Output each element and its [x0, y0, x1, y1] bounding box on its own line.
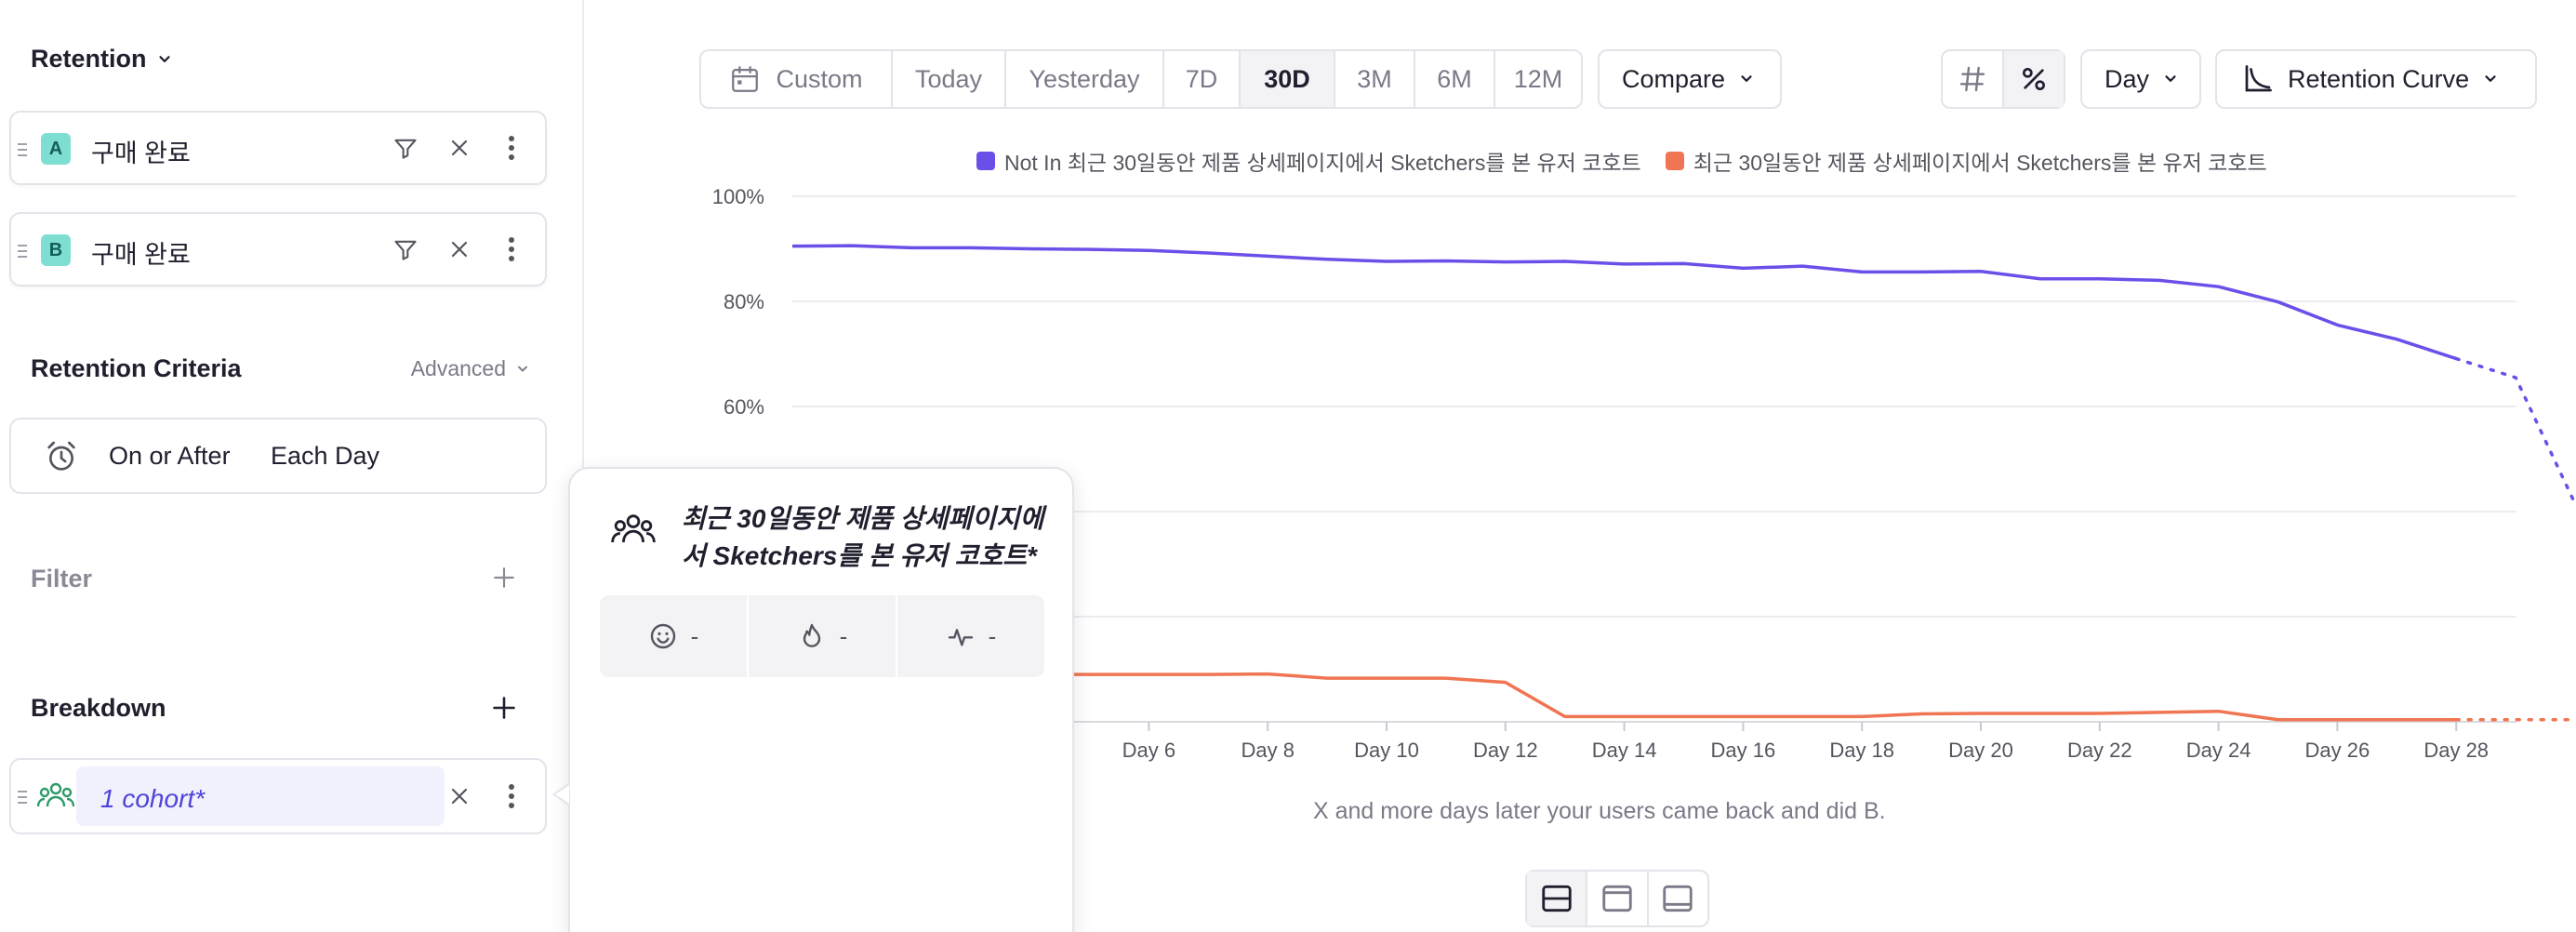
layout-switch[interactable] — [1525, 870, 1709, 927]
bottom-layout-icon — [1663, 885, 1693, 912]
top-layout-icon — [1602, 885, 1632, 912]
stat-activity: - — [897, 595, 1044, 677]
x-tick-label: Day 18 — [1829, 739, 1894, 762]
x-tick-label: Day 14 — [1592, 739, 1657, 762]
flame-icon — [803, 623, 820, 647]
cohort-popover: 최근 30일동안 제품 상세페이지에서 Sketchers를 본 유저 코호트*… — [568, 467, 1074, 932]
y-tick-label: 100% — [712, 185, 764, 208]
smile-icon — [650, 623, 675, 649]
popover-title: 최근 30일동안 제품 상세페이지에서 Sketchers를 본 유저 코호트* — [682, 504, 1044, 570]
x-tick-label: Day 8 — [1241, 739, 1294, 762]
popover-pointer-inner — [555, 785, 569, 804]
split-layout-icon — [1541, 885, 1572, 912]
series-projection-0 — [2454, 356, 2576, 506]
layout-split-view[interactable] — [1527, 872, 1588, 925]
layout-chart-view[interactable] — [1587, 872, 1649, 925]
layout-table-view[interactable] — [1649, 872, 1707, 925]
x-tick-label: Day 26 — [2305, 739, 2370, 762]
activity-icon — [948, 629, 973, 646]
popover-stats: - - - — [600, 595, 1044, 677]
x-tick-label: Day 10 — [1354, 739, 1419, 762]
stat-value: - — [988, 621, 997, 650]
x-tick-label: Day 20 — [1948, 739, 2013, 762]
x-axis-caption: X and more days later your users came ba… — [1313, 798, 1886, 824]
y-tick-label: 60% — [724, 395, 764, 419]
x-tick-label: Day 28 — [2423, 739, 2489, 762]
retention-chart: 100% 80% 60% Day 6 Day 8 Day 10 Day 12 Day 14 Da… — [712, 185, 2576, 762]
stat-flame: - — [749, 595, 897, 677]
stat-smile: - — [600, 595, 749, 677]
x-tick-label: Day 24 — [2186, 739, 2251, 762]
x-tick-label: Day 6 — [1122, 739, 1175, 762]
x-tick-label: Day 12 — [1473, 739, 1538, 762]
x-tick-label: Day 22 — [2067, 739, 2132, 762]
stat-value: - — [690, 621, 699, 650]
x-tick-label: Day 16 — [1711, 739, 1776, 762]
stat-value: - — [839, 621, 848, 650]
y-tick-label: 80% — [724, 290, 764, 313]
cohort-icon — [611, 514, 656, 543]
